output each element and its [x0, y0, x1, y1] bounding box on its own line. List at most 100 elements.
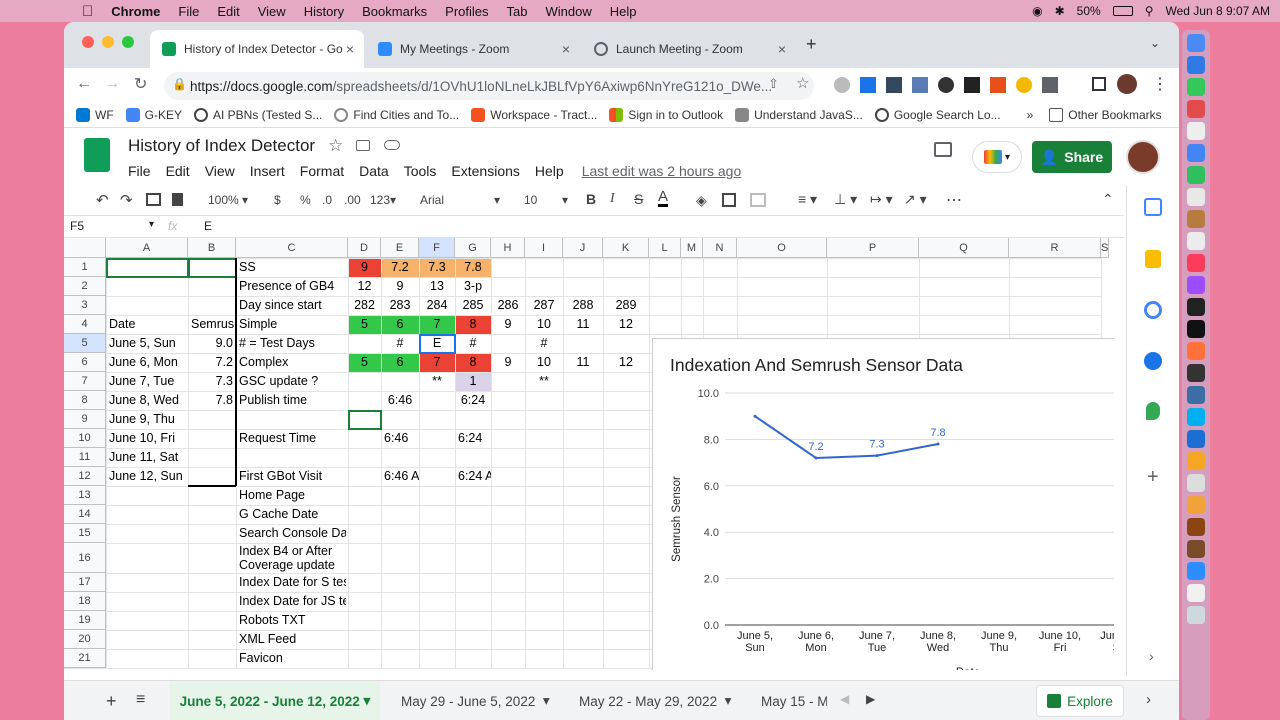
- cell-d6[interactable]: 5: [348, 353, 381, 372]
- dock-app-icon[interactable]: [1187, 34, 1205, 52]
- extension-icons[interactable]: [834, 77, 1074, 93]
- column-header[interactable]: M: [681, 238, 703, 258]
- cell-e3[interactable]: 283: [381, 296, 419, 315]
- menubar-file[interactable]: File: [178, 4, 199, 19]
- spreadsheet-grid[interactable]: A B C D E F G H I J K L M N O P Q R S 1 2 3 4 5 6 7 8 9 10 11 12 13 14 15…: [64, 238, 1114, 670]
- scroll-tabs-right-icon[interactable]: ▶: [866, 692, 875, 706]
- menu-tools[interactable]: Tools: [404, 163, 437, 179]
- cell-c14[interactable]: G Cache Date: [236, 505, 346, 524]
- column-header[interactable]: P: [827, 238, 919, 258]
- bookmark-ai-pbns[interactable]: AI PBNs (Tested S...: [194, 107, 322, 122]
- row-header[interactable]: 6: [64, 353, 106, 372]
- borders-icon[interactable]: [722, 193, 736, 207]
- cell-b4[interactable]: Semrush: [188, 315, 236, 334]
- undo-icon[interactable]: ↶: [96, 191, 109, 209]
- cell-a5[interactable]: June 5, Sun: [106, 334, 188, 353]
- cell-c17[interactable]: Index Date for S test: [236, 573, 346, 592]
- menu-view[interactable]: View: [205, 163, 235, 179]
- column-header[interactable]: H: [491, 238, 525, 258]
- add-addon-icon[interactable]: +: [1147, 466, 1159, 489]
- cell-a7[interactable]: June 7, Tue: [106, 372, 188, 391]
- extension-k-icon[interactable]: [834, 77, 850, 93]
- bookmark-star-icon[interactable]: ☆: [796, 74, 809, 92]
- cell-c16[interactable]: Index B4 or After Coverage update: [236, 544, 346, 572]
- row-header[interactable]: 21: [64, 649, 106, 668]
- cell-a8[interactable]: June 8, Wed: [106, 391, 188, 410]
- merge-cells-icon[interactable]: [750, 193, 766, 207]
- percent-format-button[interactable]: %: [300, 193, 311, 207]
- increase-decimal-button[interactable]: .00: [344, 193, 361, 207]
- cell-i5[interactable]: #: [525, 334, 563, 353]
- cell-f1[interactable]: 7.3: [419, 258, 455, 277]
- dock-app-icon[interactable]: [1187, 540, 1205, 558]
- formula-input[interactable]: E: [204, 219, 212, 233]
- comments-icon[interactable]: [934, 142, 952, 157]
- column-header[interactable]: R: [1009, 238, 1101, 258]
- sheet-tab-may29[interactable]: May 29 - June 5, 2022 ▾: [401, 681, 550, 720]
- menu-file[interactable]: File: [128, 163, 151, 179]
- profile-avatar[interactable]: [1117, 74, 1137, 94]
- cell-k6[interactable]: 12: [603, 353, 649, 372]
- cell-f2[interactable]: 13: [419, 277, 455, 296]
- tab-search-icon[interactable]: ⌄: [1150, 36, 1160, 50]
- meet-button[interactable]: ▾: [972, 141, 1022, 173]
- menu-help[interactable]: Help: [535, 163, 564, 179]
- row-header[interactable]: 15: [64, 524, 106, 543]
- cell-c18[interactable]: Index Date for JS test: [236, 592, 346, 611]
- font-family-select[interactable]: Arial ▾: [420, 193, 500, 207]
- menubar-profiles[interactable]: Profiles: [445, 4, 488, 19]
- select-all-corner[interactable]: [64, 238, 106, 258]
- cell-b8[interactable]: 7.8: [188, 391, 236, 410]
- battery-percent[interactable]: 50%: [1077, 4, 1101, 18]
- cell-a11[interactable]: June 11, Sat: [106, 448, 188, 467]
- cell-g7[interactable]: 1: [455, 372, 491, 391]
- cell-c15[interactable]: Search Console Date: [236, 524, 346, 543]
- maps-icon[interactable]: [1146, 402, 1160, 420]
- row-header[interactable]: 11: [64, 448, 106, 467]
- row-header[interactable]: 14: [64, 505, 106, 524]
- dock-app-icon[interactable]: [1187, 78, 1205, 96]
- column-header[interactable]: F: [419, 238, 455, 258]
- cell-e5[interactable]: #: [381, 334, 419, 353]
- row-header[interactable]: 1: [64, 258, 106, 277]
- bookmark-find-cities[interactable]: Find Cities and To...: [334, 107, 459, 122]
- dock-app-icon[interactable]: [1187, 474, 1205, 492]
- number-format-select[interactable]: 123▾: [370, 193, 396, 207]
- all-sheets-icon[interactable]: ≡: [136, 691, 145, 709]
- column-header[interactable]: G: [455, 238, 491, 258]
- row-header[interactable]: 4: [64, 315, 106, 334]
- close-window-button[interactable]: [82, 36, 94, 48]
- row-header[interactable]: 10: [64, 429, 106, 448]
- italic-button[interactable]: I: [610, 191, 615, 207]
- dock-app-icon[interactable]: [1187, 100, 1205, 118]
- search-icon[interactable]: ⚲: [1145, 4, 1154, 18]
- cell-c3[interactable]: Day since start: [236, 296, 346, 315]
- menu-extensions[interactable]: Extensions: [451, 163, 519, 179]
- cell-j4[interactable]: 11: [563, 315, 603, 334]
- bookmark-workspace[interactable]: Workspace - Tract...: [471, 107, 597, 122]
- dock-app-icon[interactable]: [1187, 210, 1205, 228]
- dock-app-icon[interactable]: [1187, 298, 1205, 316]
- row-header[interactable]: 20: [64, 630, 106, 649]
- dock-app-icon[interactable]: [1187, 144, 1205, 162]
- cell-c7[interactable]: GSC update ?: [236, 372, 346, 391]
- extension-library-icon[interactable]: [886, 77, 902, 93]
- column-header[interactable]: N: [703, 238, 737, 258]
- clock[interactable]: Wed Jun 8 9:07 AM: [1165, 4, 1270, 18]
- menubar-edit[interactable]: Edit: [217, 4, 239, 19]
- cell-h4[interactable]: 9: [491, 315, 525, 334]
- extension-arrow-icon[interactable]: [990, 77, 1006, 93]
- row-header[interactable]: 2: [64, 277, 106, 296]
- cell-k3[interactable]: 289: [603, 296, 649, 315]
- menubar-history[interactable]: History: [304, 4, 344, 19]
- cell-f6[interactable]: 7: [419, 353, 455, 372]
- cell-e10[interactable]: 6:46: [381, 429, 419, 448]
- column-header[interactable]: B: [188, 238, 236, 258]
- column-header[interactable]: L: [649, 238, 681, 258]
- text-wrap-icon[interactable]: ↦ ▾: [870, 191, 893, 208]
- new-tab-button[interactable]: +: [806, 34, 817, 55]
- column-header[interactable]: K: [603, 238, 649, 258]
- cell-j3[interactable]: 288: [563, 296, 603, 315]
- cell-k4[interactable]: 12: [603, 315, 649, 334]
- share-page-icon[interactable]: ⇧: [768, 76, 779, 92]
